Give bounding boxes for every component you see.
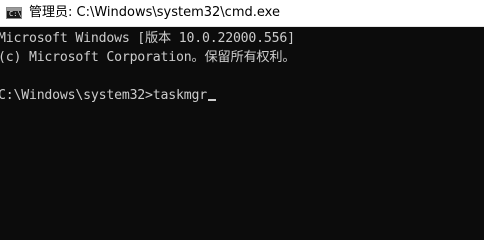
cmd-icon[interactable]: C:\ (6, 7, 22, 19)
command-prompt: C:\Windows\system32> (0, 88, 153, 103)
text-cursor (207, 99, 216, 101)
window-title: 管理员: C:\Windows\system32\cmd.exe (29, 5, 280, 20)
console-line-copyright: (c) Microsoft Corporation。保留所有权利。 (0, 50, 296, 65)
title-bar[interactable]: C:\ 管理员: C:\Windows\system32\cmd.exe (0, 0, 484, 27)
console-area[interactable]: Microsoft Windows [版本 10.0.22000.556] (c… (0, 27, 484, 200)
command-input[interactable]: taskmgr (153, 88, 207, 103)
console-line-version: Microsoft Windows [版本 10.0.22000.556] (0, 31, 295, 46)
command-line[interactable]: C:\Windows\system32>taskmgr (0, 87, 216, 104)
